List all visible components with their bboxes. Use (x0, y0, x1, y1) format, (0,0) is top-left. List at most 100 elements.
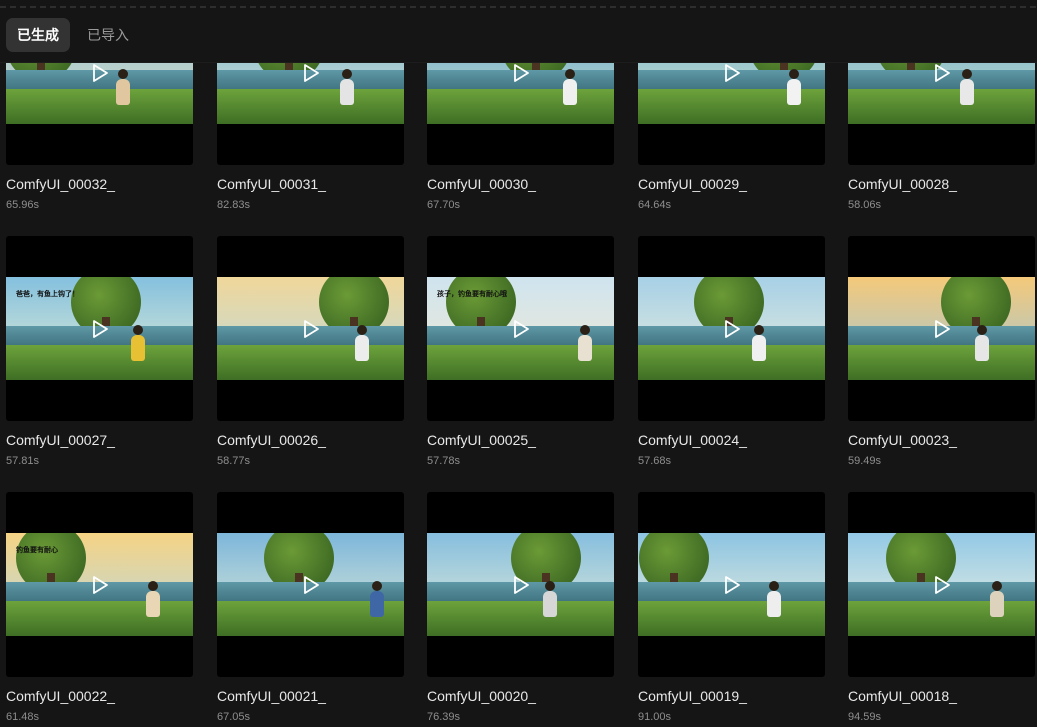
video-thumbnail[interactable] (848, 236, 1035, 421)
video-card[interactable]: ComfyUI_00031_ 82.83s (217, 63, 404, 220)
scene-grass (6, 88, 193, 124)
thumbnail-frame (217, 277, 404, 380)
video-thumbnail[interactable] (6, 63, 193, 165)
play-icon[interactable] (511, 319, 531, 339)
play-icon[interactable] (90, 575, 110, 595)
scene-character (355, 325, 369, 361)
play-icon[interactable] (722, 63, 742, 83)
video-gallery[interactable]: ComfyUI_00032_ 65.96s ComfyUI_00031_ 82.83s… (0, 63, 1037, 727)
video-duration: 57.78s (427, 455, 461, 467)
scene-grass (217, 88, 404, 124)
video-card[interactable]: ComfyUI_00030_ 67.70s (427, 63, 614, 220)
video-card[interactable]: ComfyUI_00026_ 58.77s (217, 236, 404, 476)
scene-grass (848, 344, 1035, 380)
thumbnail-frame (6, 63, 193, 124)
scene-character (563, 69, 577, 105)
scene-grass (6, 344, 193, 380)
tab-imported[interactable]: 已导入 (76, 18, 140, 52)
video-card[interactable]: ComfyUI_00021_ 67.05s (217, 492, 404, 727)
play-icon[interactable] (301, 63, 321, 83)
video-card[interactable]: 孩子，钓鱼要有耐心哦 ComfyUI_00025_ 57.78s (427, 236, 614, 476)
tab-generated[interactable]: 已生成 (6, 18, 70, 52)
thumbnail-frame (638, 533, 825, 636)
video-title: ComfyUI_00026_ (217, 432, 326, 448)
video-card[interactable]: 爸爸，有鱼上钩了！ ComfyUI_00027_ 57.81s (6, 236, 193, 476)
thumbnail-frame (217, 533, 404, 636)
play-icon[interactable] (90, 63, 110, 83)
video-duration: 57.68s (638, 455, 672, 467)
scene-character (370, 581, 384, 617)
play-icon[interactable] (511, 63, 531, 83)
video-duration: 65.96s (6, 199, 40, 211)
video-card[interactable]: ComfyUI_00018_ 94.59s (848, 492, 1035, 727)
video-title: ComfyUI_00019_ (638, 688, 747, 704)
scene-character (960, 69, 974, 105)
video-thumbnail[interactable]: 爸爸，有鱼上钩了！ (6, 236, 193, 421)
video-thumbnail[interactable] (638, 236, 825, 421)
video-thumbnail[interactable] (427, 492, 614, 677)
thumbnail-frame (848, 277, 1035, 380)
video-thumbnail[interactable] (217, 236, 404, 421)
scene-grass (638, 344, 825, 380)
video-duration: 57.81s (6, 455, 40, 467)
play-icon[interactable] (932, 319, 952, 339)
video-thumbnail[interactable] (848, 63, 1035, 165)
scene-character (990, 581, 1004, 617)
video-thumbnail[interactable] (217, 492, 404, 677)
play-icon[interactable] (511, 575, 531, 595)
video-title: ComfyUI_00027_ (6, 432, 115, 448)
scene-character (767, 581, 781, 617)
play-icon[interactable] (932, 575, 952, 595)
video-title: ComfyUI_00024_ (638, 432, 747, 448)
play-icon[interactable] (932, 63, 952, 83)
scene-character (340, 69, 354, 105)
video-thumbnail[interactable] (638, 492, 825, 677)
scene-grass (638, 600, 825, 636)
scene-grass (848, 88, 1035, 124)
play-icon[interactable] (722, 575, 742, 595)
video-thumbnail[interactable] (427, 63, 614, 165)
video-card[interactable]: ComfyUI_00024_ 57.68s (638, 236, 825, 476)
video-duration: 58.06s (848, 199, 882, 211)
video-card[interactable]: ComfyUI_00032_ 65.96s (6, 63, 193, 220)
video-title: ComfyUI_00032_ (6, 176, 115, 192)
video-duration: 91.00s (638, 711, 672, 723)
video-card[interactable]: ComfyUI_00019_ 91.00s (638, 492, 825, 727)
scene-grass (217, 344, 404, 380)
play-icon[interactable] (301, 319, 321, 339)
scene-character (116, 69, 130, 105)
play-icon[interactable] (722, 319, 742, 339)
video-card[interactable]: 钓鱼要有耐心 ComfyUI_00022_ 61.48s (6, 492, 193, 727)
scene-character (752, 325, 766, 361)
scene-caption: 爸爸，有鱼上钩了！ (16, 291, 79, 298)
scene-character (578, 325, 592, 361)
thumbnail-frame: 钓鱼要有耐心 (6, 533, 193, 636)
video-card[interactable]: ComfyUI_00023_ 59.49s (848, 236, 1035, 476)
video-thumbnail[interactable] (848, 492, 1035, 677)
thumbnail-frame (638, 63, 825, 124)
tab-bar: 已生成 已导入 (6, 18, 140, 52)
video-duration: 64.64s (638, 199, 672, 211)
top-divider (0, 0, 1037, 10)
thumbnail-frame: 孩子，钓鱼要有耐心哦 (427, 277, 614, 380)
thumbnail-frame (848, 533, 1035, 636)
video-duration: 67.70s (427, 199, 461, 211)
video-card[interactable]: ComfyUI_00028_ 58.06s (848, 63, 1035, 220)
video-thumbnail[interactable] (638, 63, 825, 165)
scene-character (146, 581, 160, 617)
scene-caption: 孩子，钓鱼要有耐心哦 (437, 291, 507, 298)
video-duration: 94.59s (848, 711, 882, 723)
scene-character (975, 325, 989, 361)
video-duration: 82.83s (217, 199, 251, 211)
thumbnail-frame (427, 63, 614, 124)
video-thumbnail[interactable]: 钓鱼要有耐心 (6, 492, 193, 677)
video-card[interactable]: ComfyUI_00029_ 64.64s (638, 63, 825, 220)
play-icon[interactable] (301, 575, 321, 595)
thumbnail-frame (638, 277, 825, 380)
video-thumbnail[interactable]: 孩子，钓鱼要有耐心哦 (427, 236, 614, 421)
video-thumbnail[interactable] (217, 63, 404, 165)
video-card[interactable]: ComfyUI_00020_ 76.39s (427, 492, 614, 727)
play-icon[interactable] (90, 319, 110, 339)
video-duration: 61.48s (6, 711, 40, 723)
thumbnail-frame (217, 63, 404, 124)
